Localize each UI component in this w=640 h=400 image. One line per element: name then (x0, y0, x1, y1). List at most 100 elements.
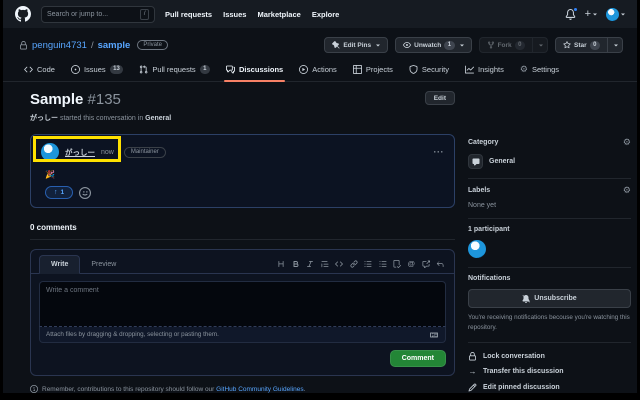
global-nav: Pull requests Issues Marketplace Explore (165, 10, 339, 19)
comment-textarea[interactable] (39, 281, 446, 327)
tab-discussions[interactable]: Discussions (219, 58, 290, 81)
plus-icon: + (585, 9, 591, 19)
tab-code[interactable]: Code (17, 58, 62, 81)
comment-author-name[interactable]: がっしー (65, 147, 95, 158)
tab-insights[interactable]: Insights (458, 58, 511, 81)
heading-icon[interactable] (277, 260, 285, 268)
guidelines-note: Remember, contributions to this reposito… (30, 385, 455, 393)
discussion-comment: がっしー now Maintainer ··· 🎉 ↑ 1 (30, 134, 455, 208)
mention-icon[interactable]: @ (408, 260, 415, 268)
comment-kebab-menu[interactable]: ··· (434, 147, 445, 157)
labels-value: None yet (468, 202, 631, 209)
tab-preview[interactable]: Preview (80, 256, 127, 273)
global-nav-pull-requests[interactable]: Pull requests (165, 10, 212, 19)
gear-icon[interactable]: ⚙ (623, 186, 631, 195)
pin-icon (332, 41, 340, 49)
code-icon[interactable] (335, 260, 343, 268)
discussion-actions: Lock conversation → Transfer this discus… (468, 343, 631, 394)
italic-icon[interactable] (306, 260, 314, 268)
category-section: Category ⚙ General (468, 138, 631, 179)
star-count: 0 (590, 41, 600, 50)
action-transfer-this-discussion[interactable]: → Transfer this discussion (468, 367, 631, 376)
comment-submit-button[interactable]: Comment (390, 350, 446, 367)
participant-avatar[interactable] (468, 240, 486, 258)
chevron-down-icon (621, 14, 625, 18)
breadcrumb-separator: / (91, 40, 94, 51)
action-lock-conversation[interactable]: Lock conversation (468, 352, 631, 361)
search-placeholder: Search or jump to... (47, 11, 108, 18)
edit-pins-button[interactable]: Edit Pins (324, 37, 388, 53)
repo-name-link[interactable]: sample (98, 40, 131, 51)
community-guidelines-link[interactable]: GitHub Community Guidelines (216, 386, 303, 393)
unsubscribe-button[interactable]: Unsubscribe (468, 289, 631, 308)
unread-dot (573, 7, 578, 12)
fork-button[interactable]: Fork 0 (479, 37, 533, 53)
tab-count: 1 (200, 65, 210, 74)
reply-icon[interactable] (436, 260, 444, 268)
category-value[interactable]: General (468, 154, 631, 169)
chevron-down-icon (460, 45, 464, 49)
play-icon (299, 65, 308, 74)
star-button-group: Star 0 (555, 37, 623, 53)
bold-icon[interactable] (292, 260, 300, 268)
code-icon (24, 65, 33, 74)
slash-key-hint: / (140, 9, 149, 20)
unwatch-button[interactable]: Unwatch 1 (395, 37, 471, 53)
repo-owner-link[interactable]: penguin4731 (32, 40, 87, 51)
tab-pull-requests[interactable]: Pull requests 1 (132, 58, 217, 81)
github-logo-icon[interactable] (15, 6, 31, 22)
visibility-badge: Private (137, 40, 168, 50)
byline-category: General (145, 115, 171, 122)
tab-security[interactable]: Security (402, 58, 456, 81)
list-ordered-icon[interactable] (379, 260, 387, 268)
fork-dropdown[interactable] (533, 37, 548, 53)
graph-icon (465, 65, 474, 74)
upvote-button[interactable]: ↑ 1 (45, 186, 73, 199)
chevron-down-icon (593, 14, 597, 18)
list-unordered-icon[interactable] (364, 260, 372, 268)
project-icon (353, 65, 362, 74)
notifications-bell-icon[interactable] (565, 9, 576, 20)
comment-author-avatar[interactable] (41, 143, 59, 161)
global-nav-issues[interactable]: Issues (223, 10, 246, 19)
tab-projects[interactable]: Projects (346, 58, 400, 81)
watch-count: 1 (444, 41, 454, 50)
tab-issues[interactable]: Issues 13 (64, 58, 130, 81)
repo-header: penguin4731 / sample Private Edit Pins U… (3, 28, 637, 58)
discussion-number: #135 (88, 91, 121, 108)
global-nav-explore[interactable]: Explore (312, 10, 340, 19)
github-page: Search or jump to... / Pull requests Issu… (3, 0, 637, 393)
search-input[interactable]: Search or jump to... / (41, 6, 155, 23)
attach-files-bar[interactable]: Attach files by dragging & dropping, sel… (39, 327, 446, 343)
tab-actions[interactable]: Actions (292, 58, 344, 81)
comment-reactions: ↑ 1 (41, 186, 444, 199)
discussion-sidebar: Category ⚙ General Labels ⚙ None yet 1 p… (468, 138, 631, 393)
gear-icon: ⚙ (520, 65, 528, 74)
chevron-down-icon (614, 45, 618, 49)
tab-settings[interactable]: ⚙ Settings (513, 58, 566, 81)
add-reaction-button[interactable] (79, 187, 91, 199)
user-menu[interactable] (606, 8, 625, 21)
global-nav-marketplace[interactable]: Marketplace (257, 10, 300, 19)
global-header: Search or jump to... / Pull requests Issu… (3, 0, 637, 28)
private-lock-icon (19, 41, 28, 50)
tasklist-icon[interactable] (393, 260, 401, 268)
tab-write[interactable]: Write (39, 255, 80, 274)
star-icon (563, 41, 571, 49)
tab-count: 13 (110, 65, 124, 74)
gear-icon[interactable]: ⚙ (623, 138, 631, 147)
breadcrumb: penguin4731 / sample Private (19, 40, 168, 51)
notifications-caption: You're receiving notifications becouse y… (468, 313, 631, 333)
comments-count: 0 comments (30, 223, 455, 232)
cross-reference-icon[interactable] (422, 260, 430, 268)
link-icon[interactable] (350, 260, 358, 268)
star-button[interactable]: Star 0 (555, 37, 608, 53)
star-dropdown[interactable] (608, 37, 623, 53)
markdown-icon (429, 331, 439, 339)
maintainer-badge: Maintainer (124, 147, 166, 158)
quote-icon[interactable] (321, 260, 329, 268)
edit-title-button[interactable]: Edit (425, 91, 455, 105)
create-new-menu[interactable]: + (585, 9, 597, 19)
action-edit-pinned-discussion[interactable]: Edit pinned discussion (468, 383, 631, 392)
user-avatar (606, 8, 619, 21)
